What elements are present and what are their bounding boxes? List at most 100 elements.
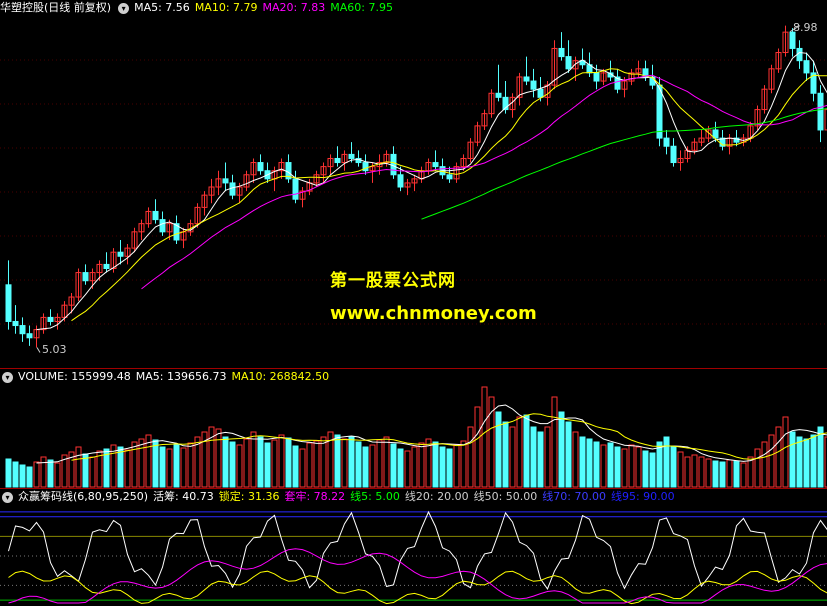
volume-bar-down [362,446,369,488]
price-high-label: 8.98 [793,21,818,34]
candle-down [663,137,670,147]
candle-down [565,56,572,70]
candle-down [5,284,12,322]
candle-down [103,263,110,269]
volume-bar-up [747,456,754,488]
suoding-line [8,570,827,605]
indicator-pane[interactable]: ▾ 众赢筹码线(6,80,95,250) 活筹: 40.73 锁定: 31.36 套牢:… [0,489,827,606]
volume-bar-up [551,396,558,488]
volume-bar-down [222,436,229,488]
watermark-site-name: 第一股票公式网 [330,271,456,291]
volume-bar-up [411,446,418,488]
indicator-chart[interactable] [0,489,827,606]
volume-bar-up [544,426,551,488]
volume-bar-up [33,461,40,488]
volume-bar-up [369,444,376,488]
volume-bar-up [460,440,467,488]
volume-bar-down [355,441,362,488]
volume-bar-up [306,442,313,488]
volume-bar-up [509,426,516,488]
volume-bar-down [530,426,537,488]
volume-bar-up [600,444,607,488]
candle-down [523,76,530,82]
volume-bar-up [180,447,187,488]
volume-bar-up [635,446,642,488]
volume-bar-up [320,436,327,488]
volume-bar-down [579,436,586,488]
chevron-down-icon[interactable]: ▾ [118,2,130,14]
volume-bar-up [341,438,348,488]
volume-bar-down [446,448,453,488]
volume-bar-down [285,437,292,488]
xian95-value: 线95: 90.00 [610,490,675,503]
volume-bar-down [803,438,810,488]
volume-bar-up [782,416,789,488]
candle-down [390,153,397,176]
volume-bar-down [502,421,509,488]
volume-bar-down [26,466,33,488]
volume-bar-up [474,406,481,488]
volume-bar-down [5,458,12,488]
volume-bar-down [348,436,355,488]
volume-bar-down [159,446,166,488]
candle-down [12,320,19,327]
volume-bar-up [754,448,761,488]
volume-bar-down [537,431,544,488]
huochou-line [8,510,827,590]
volume-bar-up [761,441,768,488]
volume-bar-up [75,446,82,488]
candle-down [348,153,355,159]
taolao-value: 套牢: 78.22 [284,490,346,503]
ma20-value: MA20: 7.83 [262,1,326,14]
volume-bar-down [719,461,726,488]
volume-bar-up [383,436,390,488]
volume-bar-down [229,441,236,488]
candle-down [530,80,537,90]
candle-down [789,31,796,49]
volume-bar-down [558,411,565,488]
volume-chart[interactable] [0,369,827,488]
candle-down [292,178,299,200]
volume-bar-down [117,446,124,488]
huochou-value: 活筹: 40.73 [153,490,214,503]
volume-bar-down [565,421,572,488]
volume-bar-down [173,444,180,488]
xian50-value: 线50: 50.00 [473,490,538,503]
chevron-down-icon[interactable]: ▾ [2,371,13,383]
volume-bar-down [649,452,656,488]
suoding-value: 锁定: 31.36 [218,490,280,503]
candle-down [222,178,229,184]
candle-down [82,272,89,282]
candle-down [257,162,264,172]
volume-bar-down [642,450,649,488]
volume-bar-down [257,436,264,488]
volume-bar-down [712,460,719,488]
candle-down [117,251,124,257]
volume-bar-down [397,448,404,488]
volume-ma5-value: MA5: 139656.73 [135,370,227,383]
volume-bar-down [614,446,621,488]
volume-bar-down [47,459,54,488]
volume-bar-down [586,438,593,488]
volume-bar-up [684,456,691,488]
low-marker [36,347,41,353]
chevron-down-icon[interactable]: ▾ [2,491,13,503]
volume-bar-up [705,458,712,488]
volume-pane[interactable]: ▾ VOLUME: 155999.48 MA5: 139656.73 MA10: 26… [0,369,827,488]
volume-bar-up [677,451,684,488]
volume-bar-down [12,461,19,488]
volume-bar-down [607,442,614,488]
candle-down [446,174,453,180]
candle-down [803,60,810,74]
volume-bar-down [19,464,26,488]
volume-pane-header: ▾ VOLUME: 155999.48 MA5: 139656.73 MA10: 26… [0,369,334,385]
candle-down [152,210,159,221]
volume-bar-up [572,431,579,488]
candle-down [334,157,341,164]
volume-bar-up [138,438,145,488]
volume-bar-up [250,431,257,488]
volume-bar-down [523,414,530,488]
volume-bar-up [376,439,383,488]
volume-bar-down [810,434,817,488]
indicator-pane-header: ▾ 众赢筹码线(6,80,95,250) 活筹: 40.73 锁定: 31.36 套牢:… [0,489,680,505]
